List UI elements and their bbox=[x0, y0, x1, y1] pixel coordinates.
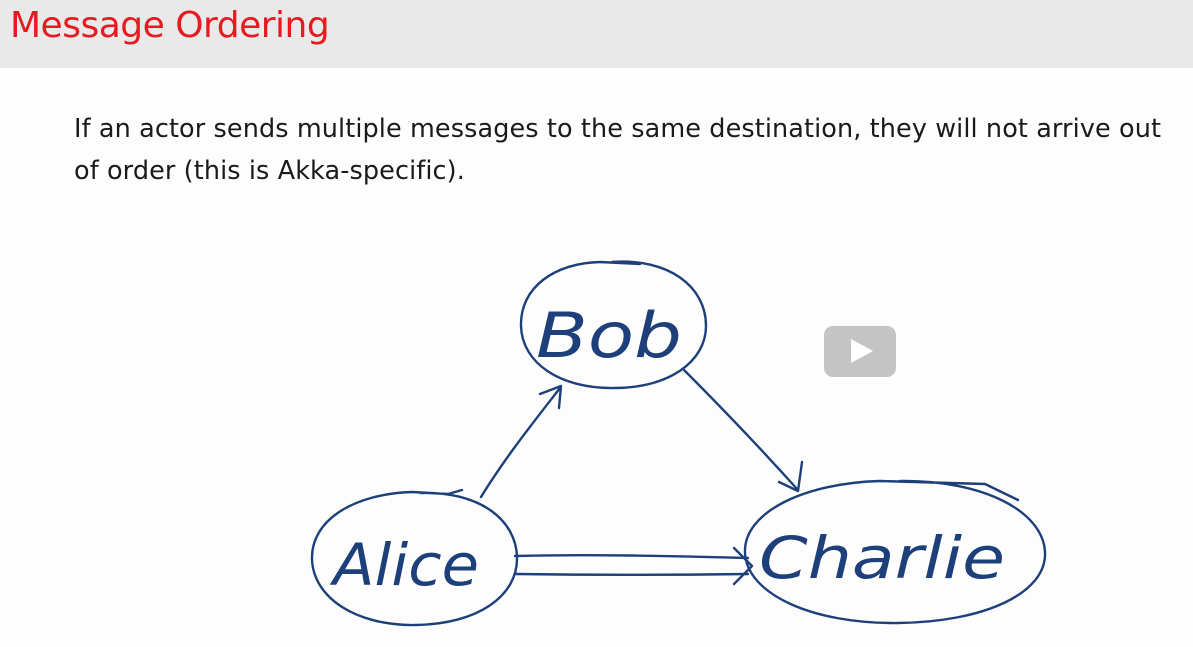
node-bob: Bob bbox=[519, 260, 708, 390]
actor-diagram: Bob Alice Charlie bbox=[310, 260, 1047, 627]
edge-alice-to-charlie bbox=[513, 546, 754, 586]
node-charlie: Charlie bbox=[743, 479, 1047, 625]
node-bob-label: Bob bbox=[536, 299, 682, 372]
edge-alice-to-charlie-line-top bbox=[513, 553, 750, 560]
edge-alice-to-bob-line bbox=[479, 386, 562, 499]
node-alice: Alice bbox=[310, 488, 519, 627]
play-icon bbox=[851, 339, 873, 363]
edge-alice-to-charlie-arrowhead bbox=[732, 546, 754, 586]
edge-alice-to-charlie-line-bottom bbox=[514, 572, 750, 576]
edge-alice-to-bob bbox=[479, 384, 563, 499]
edge-bob-to-charlie-arrowhead bbox=[777, 460, 804, 493]
edge-bob-to-charlie bbox=[682, 368, 804, 493]
edge-bob-to-charlie-line bbox=[682, 368, 800, 492]
node-charlie-label: Charlie bbox=[759, 524, 1005, 592]
node-alice-label: Alice bbox=[329, 531, 479, 599]
video-play-button[interactable] bbox=[824, 326, 896, 377]
